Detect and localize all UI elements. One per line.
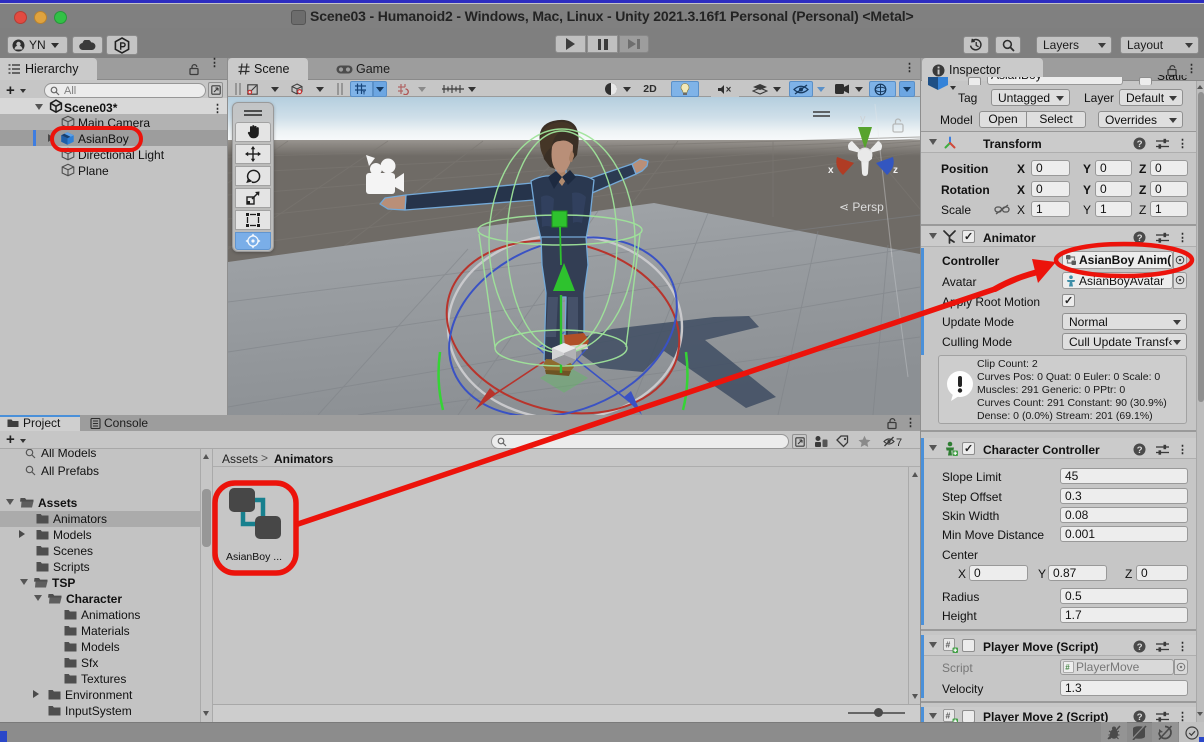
svg-text:?: ? xyxy=(1137,233,1143,244)
svg-text:?: ? xyxy=(1137,445,1143,456)
svg-text:z: z xyxy=(893,165,898,176)
svg-text:?: ? xyxy=(1137,712,1143,722)
svg-text:#: # xyxy=(946,711,951,721)
svg-text:Y: Y xyxy=(362,91,366,96)
svg-text:⋖ Persp: ⋖ Persp xyxy=(839,200,884,214)
svg-text:7: 7 xyxy=(896,437,902,448)
svg-text:x: x xyxy=(828,165,834,176)
svg-text:?: ? xyxy=(1137,642,1143,653)
svg-text:#: # xyxy=(946,640,951,650)
svg-text:?: ? xyxy=(1137,139,1143,150)
svg-text:#: # xyxy=(1065,663,1070,672)
svg-text:y: y xyxy=(860,113,866,125)
